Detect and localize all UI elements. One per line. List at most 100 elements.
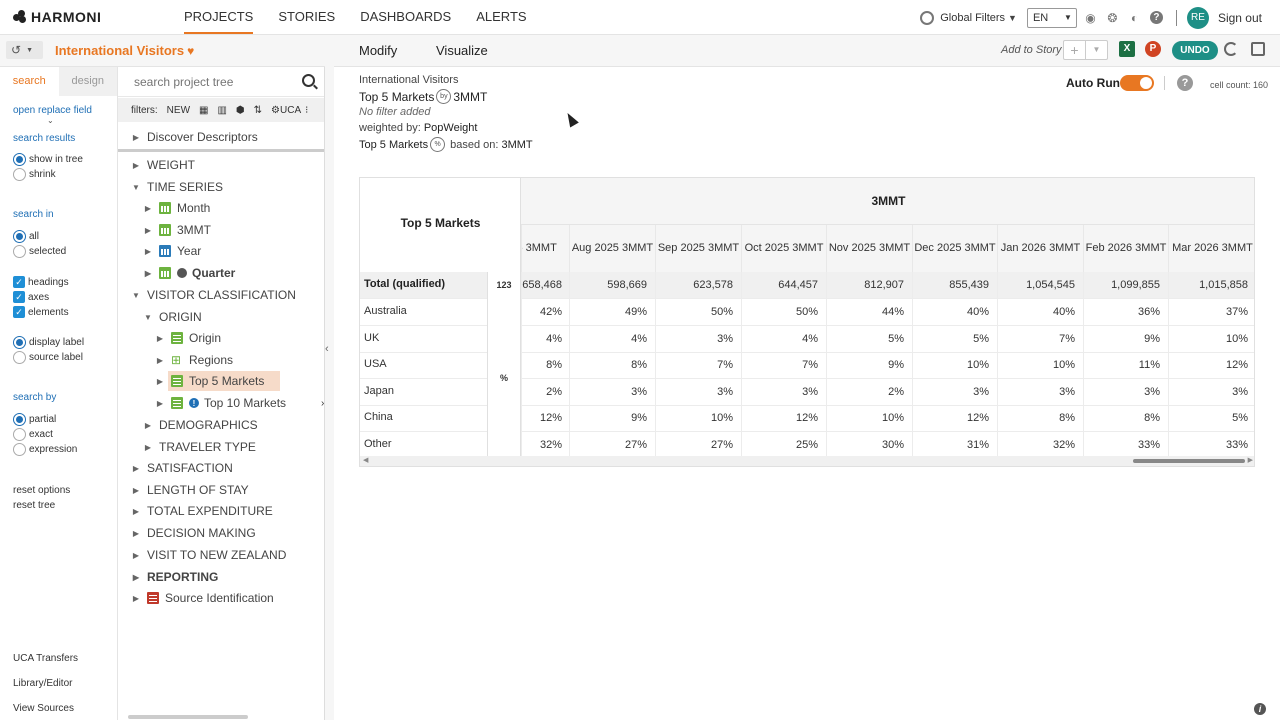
tree-item-length-of-stay[interactable]: ▶ LENGTH OF STAY: [131, 481, 249, 499]
table-cell[interactable]: 5%: [826, 325, 912, 353]
scroll-right-icon[interactable]: ▶: [1248, 456, 1253, 464]
table-cell[interactable]: 4%: [569, 325, 655, 353]
tree-item-year[interactable]: ▶ Year: [143, 242, 201, 260]
column-icon[interactable]: ▥: [217, 105, 226, 116]
table-cell[interactable]: 10%: [826, 405, 912, 433]
table-cell[interactable]: 10%: [655, 405, 741, 433]
table-cell[interactable]: 49%: [569, 299, 655, 326]
tab-visualize[interactable]: Visualize: [436, 43, 488, 58]
excel-export-icon[interactable]: X: [1119, 41, 1135, 57]
table-cell[interactable]: 3%: [1168, 378, 1254, 406]
collapse-panel-icon[interactable]: ‹: [325, 343, 329, 355]
info-icon[interactable]: i: [1254, 703, 1266, 715]
add-to-story-button[interactable]: + ▼: [1063, 40, 1108, 60]
row-label[interactable]: USA: [364, 352, 387, 379]
table-cell[interactable]: 7%: [655, 352, 741, 380]
contrast-icon[interactable]: ◐: [1127, 10, 1142, 25]
row-label[interactable]: Other: [364, 432, 392, 459]
column-header[interactable]: Feb 2026 3MMT: [1083, 225, 1168, 272]
table-cell[interactable]: 8%: [1083, 405, 1168, 433]
grid-icon[interactable]: ▦: [199, 105, 208, 116]
radio-partial[interactable]: partial: [13, 413, 56, 426]
table-cell[interactable]: 12%: [741, 405, 826, 433]
table-cell[interactable]: 31%: [912, 432, 997, 459]
column-header[interactable]: Aug 2025 3MMT: [569, 225, 655, 272]
table-cell[interactable]: 36%: [1083, 299, 1168, 326]
table-cell[interactable]: 1,015,858: [1168, 272, 1254, 299]
help-icon[interactable]: ?: [1149, 10, 1164, 25]
table-cell[interactable]: 3%: [655, 378, 741, 406]
plus-icon[interactable]: +: [1064, 41, 1085, 59]
table-cell[interactable]: 812,907: [826, 272, 912, 299]
based-on-variable[interactable]: 3MMT: [501, 139, 532, 151]
table-cell[interactable]: 3%: [997, 378, 1083, 406]
sort-icon[interactable]: ⇅: [254, 105, 262, 116]
chevron-right-icon[interactable]: ›: [321, 398, 324, 409]
table-cell[interactable]: 7%: [741, 352, 826, 380]
table-cell[interactable]: 9%: [1083, 325, 1168, 353]
table-cell[interactable]: 50%: [655, 299, 741, 326]
radio-display-label[interactable]: display label: [13, 336, 84, 349]
row-variable[interactable]: Top 5 Markets: [359, 90, 434, 104]
table-cell[interactable]: 7%: [997, 325, 1083, 353]
tab-modify[interactable]: Modify: [359, 43, 397, 58]
table-cell[interactable]: 11%: [1083, 352, 1168, 380]
table-cell[interactable]: 2%: [826, 378, 912, 406]
radio-shrink[interactable]: shrink: [13, 168, 56, 181]
tree-item-regions[interactable]: ▶ ⊞ Regions: [155, 351, 233, 369]
table-cell[interactable]: 4%: [521, 325, 570, 353]
tree-item-3mmt[interactable]: ▶ 3MMT: [143, 221, 211, 239]
reset-tree-link[interactable]: reset tree: [13, 500, 55, 511]
chevron-down-icon[interactable]: ▼: [1085, 41, 1107, 59]
share-icon[interactable]: [1251, 42, 1265, 56]
table-cell[interactable]: 3%: [655, 325, 741, 353]
tree-item-traveler-type[interactable]: ▶ TRAVELER TYPE: [143, 438, 256, 456]
table-cell[interactable]: 10%: [997, 352, 1083, 380]
more-filters-icon[interactable]: ⁝: [305, 105, 308, 116]
column-group-header[interactable]: 3MMT: [521, 178, 1254, 225]
table-cell[interactable]: 644,457: [741, 272, 826, 299]
table-cell[interactable]: 12%: [912, 405, 997, 433]
open-replace-field-link[interactable]: open replace field: [13, 105, 92, 116]
chevron-down-icon[interactable]: ⌄: [47, 116, 54, 125]
column-header[interactable]: Jan 2026 3MMT: [997, 225, 1083, 272]
tree-horizontal-scrollbar[interactable]: [128, 715, 248, 719]
percentage-variable[interactable]: Top 5 Markets: [359, 139, 428, 151]
tree-item-source-identification[interactable]: ▶ Source Identification: [131, 589, 274, 607]
tree-item-visitor-classification[interactable]: ▼ VISITOR CLASSIFICATION: [131, 286, 296, 304]
table-cell[interactable]: 25%: [741, 432, 826, 459]
column-header[interactable]: Mar 2026 3MMT: [1168, 225, 1254, 272]
help-icon[interactable]: ?: [1177, 75, 1193, 91]
table-cell[interactable]: 12%: [1168, 352, 1254, 380]
column-header[interactable]: Jul 2025 3MMT: [521, 225, 570, 272]
table-cell[interactable]: 12%: [521, 405, 570, 433]
table-cell[interactable]: 623,578: [655, 272, 741, 299]
reset-options-link[interactable]: reset options: [13, 485, 70, 496]
table-cell[interactable]: 33%: [1168, 432, 1254, 459]
table-cell[interactable]: 3%: [912, 378, 997, 406]
column-header[interactable]: Nov 2025 3MMT: [826, 225, 912, 272]
view-sources-link[interactable]: View Sources: [13, 703, 74, 714]
powerpoint-export-icon[interactable]: P: [1145, 41, 1161, 57]
checkbox-headings[interactable]: ✓ headings: [13, 276, 69, 288]
chevron-down-icon[interactable]: ▼: [1008, 13, 1017, 23]
table-cell[interactable]: 8%: [569, 352, 655, 380]
radio-show-in-tree[interactable]: show in tree: [13, 153, 83, 166]
history-button[interactable]: ↺ ▼: [6, 41, 43, 59]
tree-item-month[interactable]: ▶ Month: [143, 199, 210, 217]
tab-design[interactable]: design: [58, 67, 117, 96]
radio-all[interactable]: all: [13, 230, 39, 243]
uca-filter[interactable]: ⚙UCA: [271, 105, 301, 116]
table-cell[interactable]: 33%: [1083, 432, 1168, 459]
table-cell[interactable]: 9%: [569, 405, 655, 433]
tree-item-demographics[interactable]: ▶ DEMOGRAPHICS: [143, 416, 258, 434]
global-filters-button[interactable]: Global Filters: [940, 12, 1005, 24]
row-label[interactable]: China: [364, 405, 393, 432]
row-variable-header[interactable]: Top 5 Markets: [360, 216, 521, 230]
panel-splitter[interactable]: [325, 35, 334, 720]
scroll-left-icon[interactable]: ◀: [363, 456, 368, 464]
harmoni-logo[interactable]: HARMONI: [13, 9, 101, 25]
table-cell[interactable]: 40%: [912, 299, 997, 326]
table-cell[interactable]: 5%: [1168, 405, 1254, 433]
table-cell[interactable]: 27%: [569, 432, 655, 459]
